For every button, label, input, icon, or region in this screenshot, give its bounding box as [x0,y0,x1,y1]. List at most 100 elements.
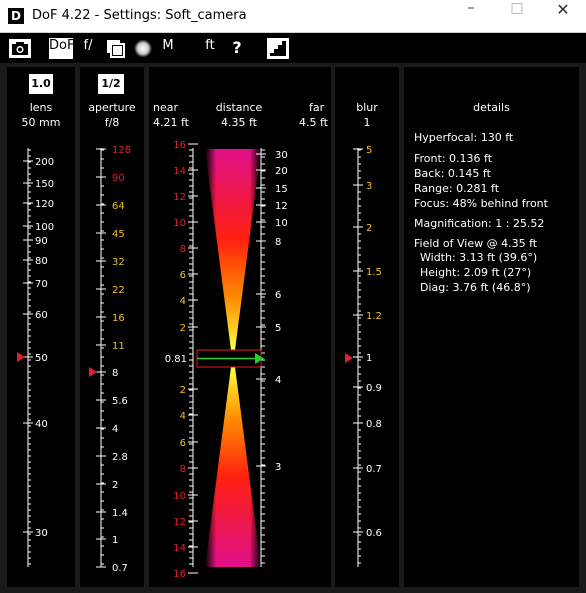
aperture-panel: 1/2 aperture f/8 128 90 64 45 32 22 16 11 8 5.6 4 2… [80,67,144,587]
fstop-button[interactable]: f/ [77,38,99,59]
tick-label: 70 [35,279,48,290]
details-panel: details Hyperfocal: 130 ft Front: 0.136 … [404,67,579,587]
fov-width-text: Width: 3.13 ft (39.6°) [420,251,538,264]
tick-label: 5 [366,145,372,156]
focus-text: Focus: 48% behind front [414,197,548,210]
hyperfocal-text: Hyperfocal: 130 ft [414,131,514,144]
tick-label: 30 [35,528,48,539]
tick-label: 90 [35,236,48,247]
fov-title: Field of View @ 4.35 ft [414,237,538,250]
lens-scale[interactable]: 200 150 120 100 90 80 70 60 50 40 30 [7,67,75,587]
fov-diag-text: Diag: 3.76 ft (46.8°) [420,281,531,294]
details-title: details [473,101,510,114]
tick-label: 16 [173,569,186,580]
tick-label: 15 [275,184,288,195]
tick-label: 1.5 [366,267,382,278]
stack-icon [107,40,125,58]
tick-label: 0.9 [366,383,382,394]
tick-label: 128 [112,145,131,156]
tick-label: 22 [112,285,125,296]
staircase-button[interactable] [266,38,290,59]
lens-panel: 1.0 lens 50 mm 200 150 120 100 90 80 70 60 50 40 3… [7,67,75,587]
tick-label: 6 [275,290,281,301]
tick-label: 12 [173,517,186,528]
minimize-button[interactable]: – [448,0,494,32]
camera-button[interactable] [8,38,32,59]
tick-label: 8 [180,244,186,255]
tick-label: 3 [275,462,281,473]
tick-label: 8 [112,368,118,379]
units-button[interactable]: ft [199,38,221,59]
tick-label: 40 [35,419,48,430]
aperture-pointer-icon[interactable] [89,367,97,377]
tick-label: 80 [35,256,48,267]
tick-label: 200 [35,157,54,168]
blur-circle-button[interactable] [131,38,155,59]
tick-label: 14 [173,166,186,177]
tick-label: 12 [275,201,288,212]
tick-label: 4 [112,424,118,435]
blur-pointer-icon[interactable] [345,353,353,363]
blur-circle-icon [134,39,152,58]
tick-label: 6 [180,438,186,449]
tick-label: 20 [275,166,288,177]
tick-label: 0.8 [366,419,382,430]
blur-panel: blur 1 5 3 2 1.5 1.2 1 0.9 0.8 0.7 0.6 [335,67,399,587]
tick-label: 150 [35,179,54,190]
tick-label: 5.6 [112,396,128,407]
tick-label: 60 [35,310,48,321]
window-title: DoF 4.22 - Settings: Soft_camera [32,8,247,23]
stack-button[interactable] [104,38,128,59]
lens-pointer-icon[interactable] [17,352,25,362]
dof-button[interactable]: DoF [49,38,74,59]
tick-label: 120 [35,199,54,210]
front-text: Front: 0.136 ft [414,152,493,165]
tick-label: 8 [180,464,186,475]
tick-label: 10 [173,218,186,229]
aperture-scale[interactable]: 128 90 64 45 32 22 16 11 8 5.6 4 2.8 2 1.4 1 0.7 [80,67,144,587]
tick-label: 8 [275,237,281,248]
tick-label: 11 [112,341,125,352]
close-button[interactable]: ✕ [540,0,586,32]
tick-label: 90 [112,173,125,184]
distance-panel: near 4.21 ft distance 4.35 ft far 4.5 ft [149,67,331,587]
tick-label: 10 [173,491,186,502]
tick-label: 50 [35,353,48,364]
tick-label: 64 [112,201,125,212]
tick-label: 2 [180,323,186,334]
tick-label: 10 [275,218,288,229]
tick-label: 30 [275,150,288,161]
tick-label: 4 [180,296,186,307]
tick-label: 16 [173,140,186,151]
tick-label: 4 [275,375,281,386]
tick-label: 3 [366,181,372,192]
blur-scale[interactable]: 5 3 2 1.5 1.2 1 0.9 0.8 0.7 0.6 [335,67,399,587]
toolbar: DoF f/ M ft ? [0,33,586,63]
back-text: Back: 0.145 ft [414,167,491,180]
tick-label: 12 [173,192,186,203]
help-button[interactable]: ? [226,38,248,59]
tick-label: 1.2 [366,311,382,322]
tick-label: 2 [366,223,372,234]
title-bar: D DoF 4.22 - Settings: Soft_camera – □ ✕ [0,0,586,33]
distance-scale[interactable]: 16 14 12 10 8 6 4 2 2 4 6 8 10 12 14 16 30 20 15 12 10 8 6 5 4 3… [149,67,331,587]
tick-label: 0.6 [366,528,382,539]
app-icon: D [8,8,24,24]
tick-label: 2.8 [112,452,128,463]
tick-label: 45 [112,229,125,240]
tick-label: 14 [173,543,186,554]
tick-label: 1.4 [112,508,128,519]
range-text: Range: 0.281 ft [414,182,500,195]
tick-label: 4 [180,411,186,422]
tick-label: 16 [112,313,125,324]
tick-label: 0.7 [112,563,128,574]
m-button[interactable]: M [157,38,179,59]
tick-label: 32 [112,257,125,268]
tick-label: 2 [112,480,118,491]
maximize-button[interactable]: □ [494,0,540,32]
tick-label: 5 [275,323,281,334]
tick-label: 2 [180,385,186,396]
tick-label: 1 [366,353,372,364]
tick-label: 100 [35,222,54,233]
tick-label: 1 [112,535,118,546]
